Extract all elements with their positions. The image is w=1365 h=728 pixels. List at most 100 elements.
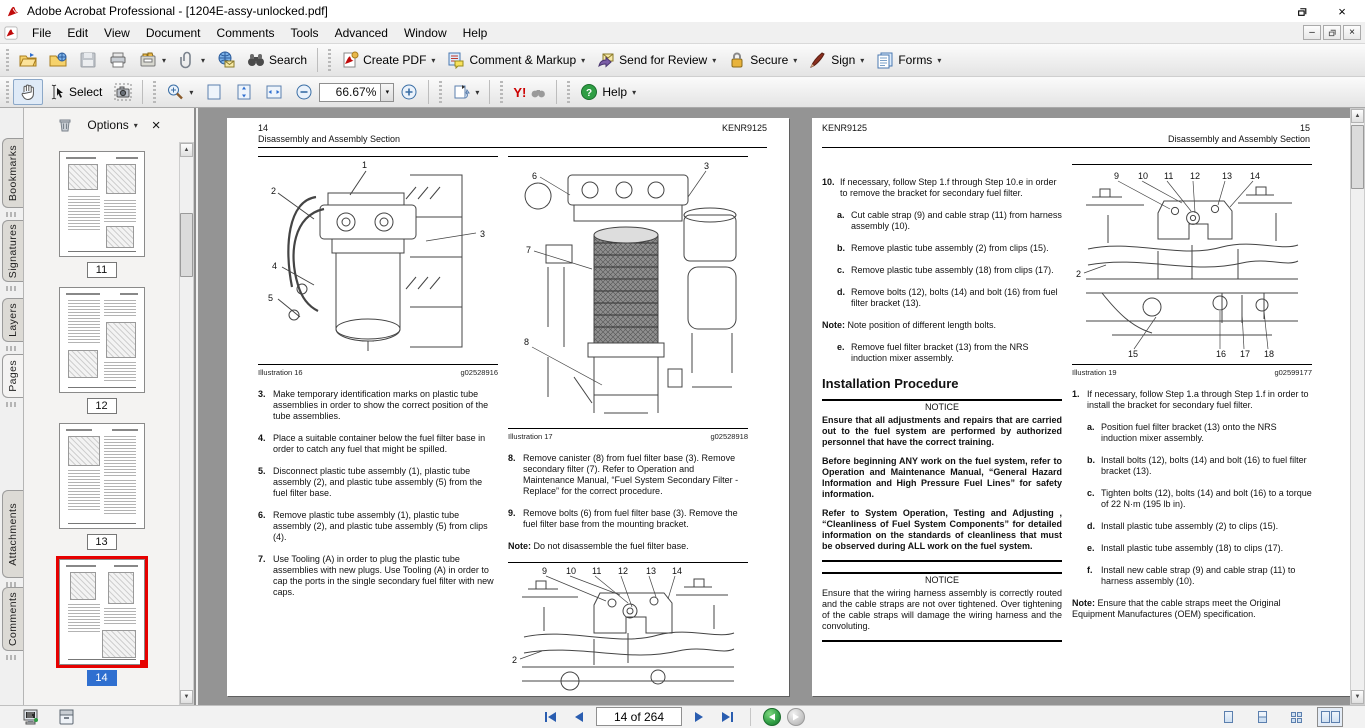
panel-scroll-up-button[interactable]: ▲ <box>180 143 193 157</box>
mdi-minimize-button[interactable]: – <box>1303 25 1321 40</box>
secure-button[interactable]: Secure▾ <box>722 47 803 73</box>
document-scrollbar-thumb[interactable] <box>1351 125 1364 189</box>
facing-layout-button[interactable] <box>1283 707 1309 727</box>
toolbar-grip[interactable] <box>6 49 9 71</box>
toolbar-grip[interactable] <box>500 81 503 103</box>
toolbar-grip[interactable] <box>153 81 156 103</box>
thumbnail-label-14[interactable]: 14 <box>87 670 117 686</box>
print-button[interactable] <box>103 47 133 73</box>
send-for-review-button[interactable]: Send for Review▾ <box>591 47 722 73</box>
current-page-field[interactable] <box>596 707 682 726</box>
sign-button[interactable]: Sign▾ <box>803 47 870 73</box>
yahoo-search-button[interactable]: Y! <box>507 80 552 104</box>
first-page-button[interactable] <box>540 707 562 726</box>
single-page-layout-button[interactable] <box>1215 707 1241 727</box>
mdi-close-button[interactable]: × <box>1343 25 1361 40</box>
page-display-button[interactable]: ▾ <box>446 79 485 105</box>
hand-tool-button[interactable] <box>13 79 43 105</box>
help-button[interactable]: ?Help▾ <box>574 79 642 105</box>
document-view[interactable]: 14 KENR9125 Disassembly and Assembly Sec… <box>198 108 1350 705</box>
next-page-button[interactable] <box>688 707 710 726</box>
fit-page-icon <box>205 83 223 101</box>
step-1b: b.Install bolts (12), bolts (14) and bol… <box>1087 455 1312 477</box>
engine-bracket-drawing: 9 10 11 12 13 14 2 15 16 17 18 <box>1072 165 1312 361</box>
email-button[interactable] <box>211 47 241 73</box>
tab-attachments[interactable]: Attachments <box>2 490 23 578</box>
menu-tools[interactable]: Tools <box>283 24 327 42</box>
fit-height-button[interactable] <box>229 79 259 105</box>
thumbnail-label-12[interactable]: 12 <box>87 398 117 414</box>
toolbar-grip[interactable] <box>6 81 9 103</box>
menu-advanced[interactable]: Advanced <box>327 24 396 42</box>
menu-edit[interactable]: Edit <box>59 24 96 42</box>
continuous-facing-layout-button[interactable] <box>1317 707 1343 727</box>
comment-markup-button[interactable]: Comment & Markup▾ <box>441 47 591 73</box>
menu-window[interactable]: Window <box>396 24 455 42</box>
attach-button[interactable]: ▾ <box>172 47 211 73</box>
restore-window-button[interactable] <box>1295 4 1309 18</box>
callout-label: 7 <box>526 245 531 255</box>
fit-width-button[interactable] <box>259 79 289 105</box>
menu-view[interactable]: View <box>96 24 138 42</box>
step-5: 5.Disconnect plastic tube assembly (1), … <box>258 466 498 499</box>
thumbnail-page-13[interactable] <box>59 423 145 529</box>
delete-page-icon[interactable] <box>57 117 73 133</box>
left-column: 1 2 3 4 5 Illustration 16g02528916 3.Mak… <box>258 148 498 696</box>
illustration-code: g02599177 <box>1274 367 1312 378</box>
step-1a: a.Position fuel filter bracket (13) onto… <box>1087 422 1312 444</box>
organizer-button[interactable]: ▾ <box>133 47 172 73</box>
thumbnail-page-11[interactable] <box>59 151 145 257</box>
panel-scrollbar-thumb[interactable] <box>180 213 193 277</box>
create-pdf-button[interactable]: Create PDF▾ <box>335 47 441 73</box>
svg-text:?: ? <box>586 88 592 99</box>
thumbnail-label-11[interactable]: 11 <box>87 262 117 278</box>
menu-document[interactable]: Document <box>138 24 209 42</box>
document-status-icon[interactable] <box>57 708 76 726</box>
fit-page-button[interactable] <box>199 79 229 105</box>
tab-group-grip <box>6 212 18 217</box>
panel-options-button[interactable]: Options▾ <box>87 118 137 132</box>
tab-comments[interactable]: Comments <box>2 587 23 651</box>
document-scroll-up-button[interactable]: ▲ <box>1351 109 1364 123</box>
close-window-button[interactable]: × <box>1335 4 1349 18</box>
snapshot-tool-button[interactable] <box>108 79 138 105</box>
tab-bookmarks[interactable]: Bookmarks <box>2 138 23 208</box>
zoom-tool-button[interactable]: ▾ <box>160 79 199 105</box>
panel-scroll-down-button[interactable]: ▼ <box>180 690 193 704</box>
previous-view-button[interactable] <box>763 708 781 726</box>
mdi-restore-button[interactable] <box>1323 25 1341 40</box>
thumbnail-page-12[interactable] <box>59 287 145 393</box>
tab-layers[interactable]: Layers <box>2 298 23 342</box>
continuous-layout-button[interactable] <box>1249 707 1275 727</box>
folder-globe-icon <box>49 51 67 69</box>
tab-signatures[interactable]: Signatures <box>2 220 23 282</box>
callout-label: 17 <box>1240 349 1250 359</box>
zoom-out-button[interactable] <box>289 79 319 105</box>
zoom-level-field[interactable]: 66.67% <box>319 83 381 102</box>
select-tool-button[interactable]: Select <box>43 80 108 104</box>
preferences-monitor-icon[interactable] <box>22 708 41 726</box>
document-scroll-down-button[interactable]: ▼ <box>1351 690 1364 704</box>
toolbar-grip[interactable] <box>567 81 570 103</box>
forms-button[interactable]: Forms▾ <box>870 47 947 73</box>
search-button[interactable]: Search <box>241 47 313 73</box>
panel-scrollbar[interactable]: ▲ ▼ <box>179 142 194 705</box>
zoom-level-dropdown[interactable]: ▾ <box>381 83 394 102</box>
menu-file[interactable]: File <box>24 24 59 42</box>
open-button[interactable] <box>13 47 43 73</box>
toolbar-grip[interactable] <box>439 81 442 103</box>
thumbnail-page-14[interactable] <box>59 559 145 665</box>
menu-comments[interactable]: Comments <box>209 24 283 42</box>
tab-pages[interactable]: Pages <box>2 354 23 398</box>
next-view-button[interactable] <box>787 708 805 726</box>
zoom-in-button[interactable] <box>394 79 424 105</box>
toolbar-grip[interactable] <box>328 49 331 71</box>
menu-help[interactable]: Help <box>455 24 496 42</box>
save-button[interactable] <box>73 47 103 73</box>
previous-page-button[interactable] <box>568 707 590 726</box>
thumbnail-label-13[interactable]: 13 <box>87 534 117 550</box>
panel-close-button[interactable]: × <box>152 117 161 134</box>
open-web-button[interactable] <box>43 47 73 73</box>
last-page-button[interactable] <box>716 707 738 726</box>
document-scrollbar[interactable]: ▲ ▼ <box>1350 108 1365 705</box>
